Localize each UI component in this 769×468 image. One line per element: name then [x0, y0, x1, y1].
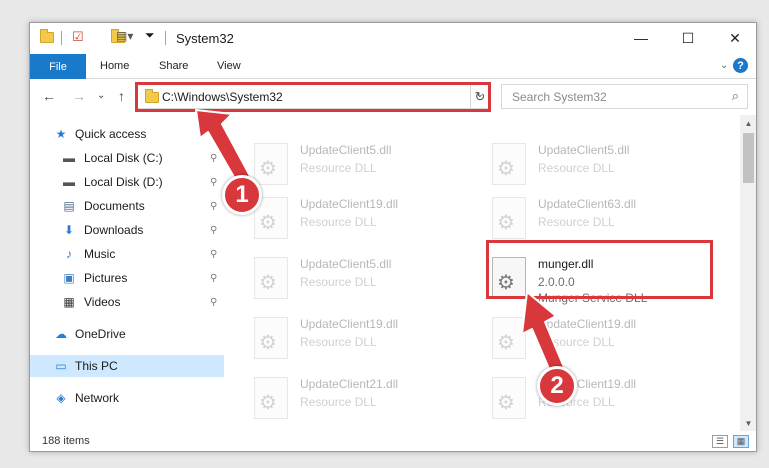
arrow-2	[521, 291, 567, 379]
arrow-1	[195, 109, 251, 185]
annotation-arrows	[195, 109, 567, 379]
callout-badge-2: 2	[537, 366, 577, 406]
callout-badge-1: 1	[222, 175, 262, 215]
